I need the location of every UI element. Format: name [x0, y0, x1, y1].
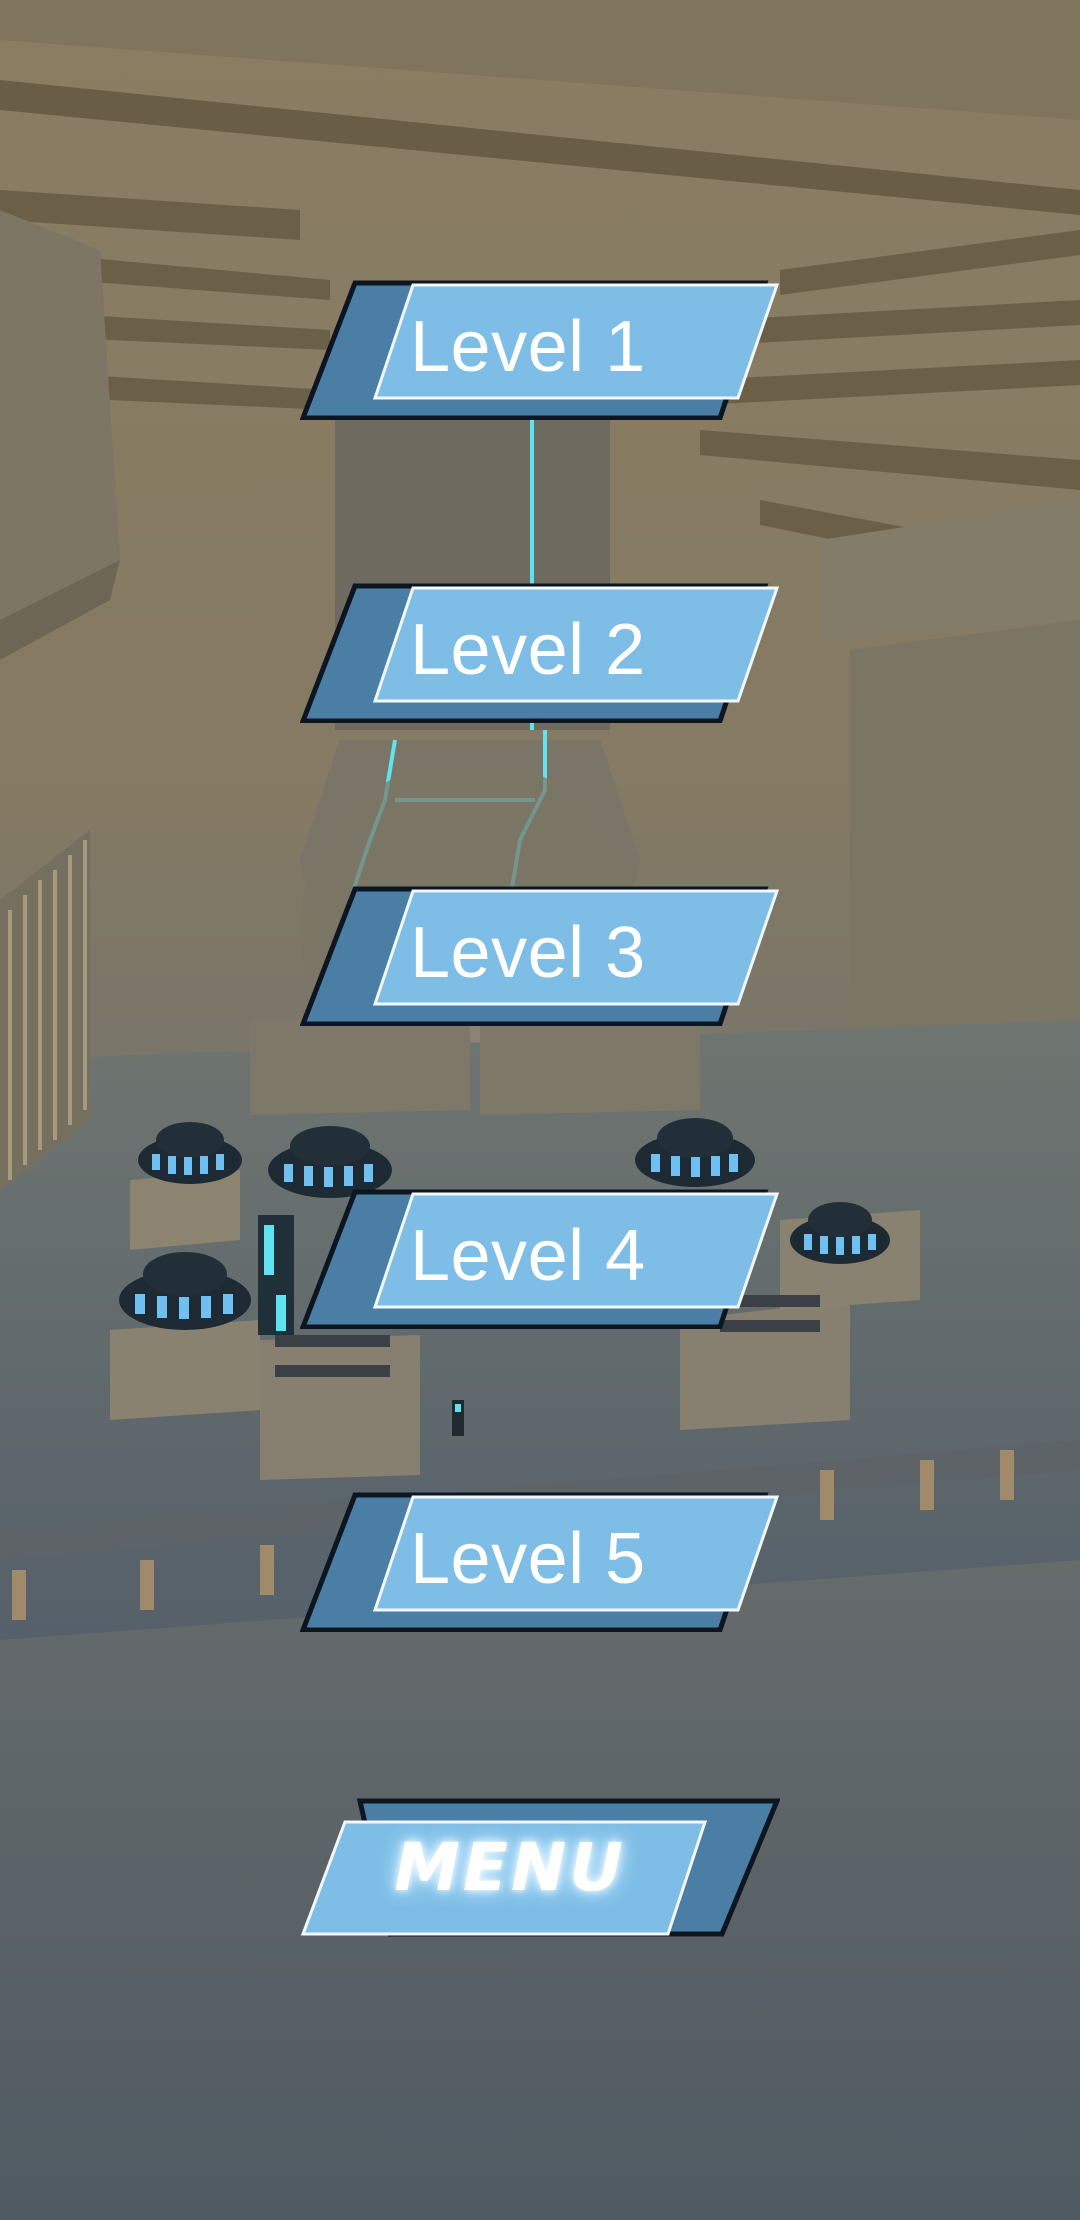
menu-button[interactable]: MENU: [300, 1798, 780, 1938]
menu-label: MENU: [394, 1829, 626, 1906]
level-5-button[interactable]: Level 5: [300, 1492, 780, 1632]
level-1-label: Level 1: [410, 307, 646, 387]
level-4-button[interactable]: Level 4: [300, 1189, 780, 1329]
level-2-button[interactable]: Level 2: [300, 583, 780, 723]
level-1-button[interactable]: Level 1: [300, 280, 780, 420]
level-3-button[interactable]: Level 3: [300, 886, 780, 1026]
level-4-label: Level 4: [410, 1216, 646, 1296]
level-3-label: Level 3: [410, 913, 646, 993]
level-2-label: Level 2: [410, 610, 646, 690]
level-5-label: Level 5: [410, 1519, 646, 1599]
